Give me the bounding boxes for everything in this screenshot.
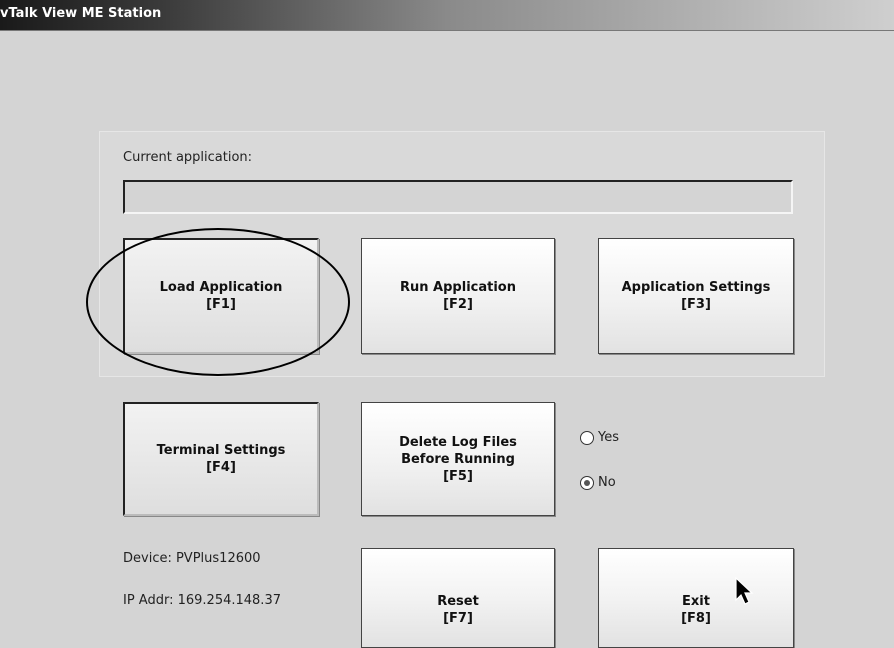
window-title: ⅴTalk View ME Station (0, 6, 162, 21)
exit-button[interactable]: Exit [F8] (598, 548, 794, 648)
terminal-settings-label: Terminal Settings [F4] (156, 443, 286, 475)
radio-yes-icon (580, 430, 594, 445)
device-name: Device: PVPlus12600 (123, 551, 261, 566)
terminal-settings-button[interactable]: Terminal Settings [F4] (123, 402, 319, 516)
current-application-field (123, 180, 793, 214)
ip-address: IP Addr: 169.254.148.37 (123, 593, 281, 608)
reset-label: Reset [F7] (437, 594, 479, 626)
current-application-label: Current application: (123, 150, 253, 165)
radio-yes[interactable]: Yes (580, 430, 619, 445)
run-application-button[interactable]: Run Application [F2] (361, 238, 555, 354)
radio-no-icon (580, 475, 594, 490)
load-application-button[interactable]: Load Application [F1] (123, 238, 319, 354)
application-settings-label: Application Settings [F3] (621, 280, 771, 312)
radio-no[interactable]: No (580, 475, 616, 490)
run-application-label: Run Application [F2] (400, 280, 516, 312)
exit-label: Exit [F8] (681, 594, 711, 626)
delete-log-files-label: Delete Log Files Before Running [F5] (399, 434, 517, 484)
radio-yes-label: Yes (598, 430, 619, 445)
application-settings-button[interactable]: Application Settings [F3] (598, 238, 794, 354)
radio-no-label: No (598, 475, 616, 490)
load-application-label: Load Application [F1] (159, 280, 283, 312)
mouse-pointer-icon (735, 576, 754, 605)
title-bar: ⅴTalk View ME Station (0, 0, 894, 31)
delete-log-files-button[interactable]: Delete Log Files Before Running [F5] (361, 402, 555, 516)
reset-button[interactable]: Reset [F7] (361, 548, 555, 648)
